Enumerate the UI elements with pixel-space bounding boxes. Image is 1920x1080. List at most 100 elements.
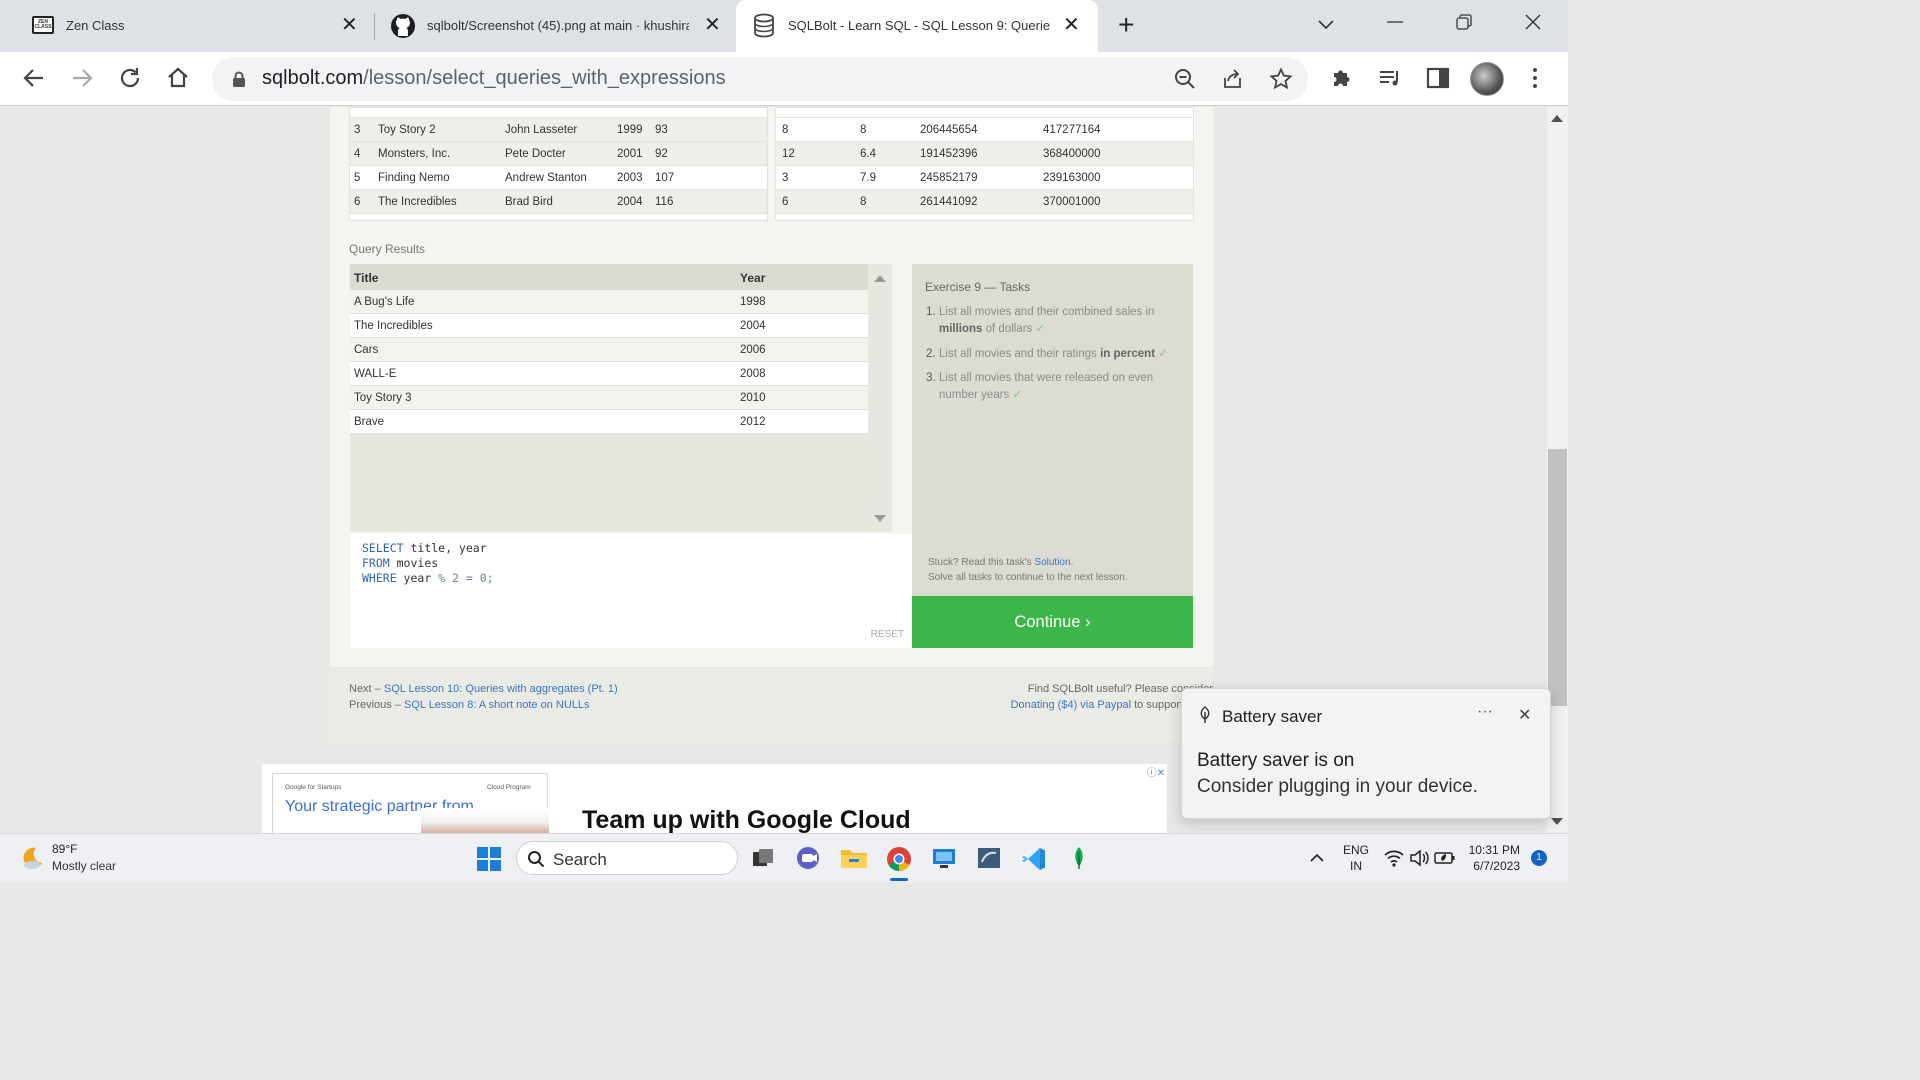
cell-director: Andrew Stanton [505, 172, 587, 184]
task-number: 2. [926, 348, 936, 360]
query-results-table[interactable]: Title Year A Bug's Life 1998 The Incredib… [350, 264, 886, 532]
table-row: 6 8 261441092 370001000 [776, 190, 1193, 214]
results-header: Title Year [350, 264, 886, 290]
reload-icon[interactable] [117, 65, 143, 91]
sql-number: 0; [472, 571, 494, 585]
tab-github[interactable]: sqlbolt/Screenshot (45).png at main · kh… [376, 0, 732, 52]
lock-icon[interactable] [232, 71, 246, 87]
more-menu-icon[interactable] [1522, 65, 1548, 91]
language-indicator[interactable]: ENG IN [1343, 842, 1369, 874]
bookmark-star-icon[interactable] [1269, 67, 1293, 91]
notification-title: Battery saver is on [1197, 750, 1355, 771]
vscode-icon[interactable] [1021, 846, 1047, 872]
url-text[interactable]: sqlbolt.com/lesson/select_queries_with_e… [262, 67, 726, 90]
home-icon[interactable] [165, 65, 191, 91]
chrome-icon[interactable] [886, 846, 912, 872]
close-tab-icon[interactable]: ✕ [1063, 15, 1080, 35]
cell-title: Toy Story 2 [378, 124, 436, 136]
scroll-up-arrow-icon[interactable] [1551, 115, 1563, 122]
weather-temperature[interactable]: 89°F [52, 842, 77, 856]
cell-domestic-sales: 245852179 [920, 172, 978, 184]
scroll-up-arrow-icon[interactable] [874, 274, 886, 282]
wifi-icon[interactable] [1384, 849, 1404, 867]
next-lesson-link[interactable]: SQL Lesson 10: Queries with aggregates (… [384, 683, 618, 695]
extensions-puzzle-icon[interactable] [1329, 65, 1355, 91]
cell-international-sales: 368400000 [1043, 148, 1101, 160]
close-window-icon[interactable] [1523, 12, 1543, 32]
table-row: 6 The Incredibles Brad Bird 2004 116 [350, 190, 767, 214]
taskbar-search-box[interactable]: Search [516, 841, 738, 875]
solution-link[interactable]: Solution [1034, 557, 1070, 568]
task-view-icon[interactable] [751, 846, 775, 870]
battery-saver-notification[interactable]: Battery saver ··· ✕ Battery saver is on … [1181, 688, 1551, 819]
cell-title: WALL-E [354, 368, 397, 380]
reset-button[interactable]: RESET [871, 627, 904, 642]
cell-title: Brave [354, 416, 385, 428]
forward-arrow-icon[interactable] [69, 65, 95, 91]
remote-desktop-icon[interactable] [931, 846, 957, 870]
file-explorer-icon[interactable] [840, 846, 868, 870]
task-item: 1. List all movies and their combined sa… [926, 304, 1179, 338]
scroll-down-arrow-icon[interactable] [1551, 818, 1563, 825]
new-tab-button[interactable]: + [1118, 10, 1134, 40]
task-text: List all movies and their combined sales… [929, 304, 1179, 338]
sql-text: year [396, 571, 439, 585]
ad-image-card[interactable]: Google for Startups Cloud Program Your s… [272, 773, 549, 833]
code-line: WHERE year % 2 = 0; [362, 571, 900, 586]
system-clock[interactable]: 10:31 PM 6/7/2023 [1466, 842, 1520, 874]
cell-title: Cars [354, 344, 379, 356]
scrollbar-thumb[interactable] [1548, 449, 1567, 706]
restore-icon[interactable] [1454, 12, 1474, 32]
leaf-icon [1200, 706, 1210, 723]
cell-id: 3 [354, 124, 361, 136]
volume-icon[interactable] [1409, 849, 1429, 867]
advertisement-banner[interactable]: Google for Startups Cloud Program Your s… [262, 764, 1167, 833]
profile-avatar[interactable] [1470, 62, 1504, 96]
sql-keyword: WHERE [362, 571, 397, 585]
teams-chat-icon[interactable] [796, 846, 822, 870]
more-options-icon[interactable]: ··· [1477, 703, 1493, 721]
results-scrollbar[interactable] [868, 264, 892, 532]
close-tab-icon[interactable]: ✕ [341, 15, 358, 35]
help-text: Stuck? Read this task's [928, 557, 1035, 568]
moon-weather-icon[interactable] [18, 844, 46, 872]
mysql-workbench-icon[interactable] [976, 846, 1002, 870]
lesson-footer: Next – SQL Lesson 10: Queries with aggre… [330, 667, 1213, 741]
sql-text: movies [389, 556, 439, 570]
exercise-title: Exercise 9 — Tasks [925, 280, 1031, 294]
notification-count-badge[interactable]: 1 [1531, 850, 1547, 866]
address-bar[interactable]: sqlbolt.com/lesson/select_queries_with_e… [212, 57, 1308, 101]
battery-saver-icon[interactable] [1434, 849, 1456, 867]
scroll-down-arrow-icon[interactable] [874, 515, 886, 523]
cell-title: The Incredibles [378, 196, 457, 208]
share-icon[interactable] [1221, 67, 1245, 91]
tab-sqlbolt-active[interactable]: SQLBolt - Learn SQL - SQL Lesson 9: Quer… [736, 0, 1098, 52]
close-icon[interactable]: ✕ [1518, 705, 1531, 725]
table-row: A Bug's Life 1998 [350, 290, 886, 314]
zoom-out-icon[interactable] [1173, 67, 1197, 91]
search-icon [528, 851, 545, 868]
table-row: 3 Toy Story 2 John Lasseter 1999 93 [350, 118, 767, 142]
tab-title: sqlbolt/Screenshot (45).png at main · kh… [427, 18, 689, 33]
chevron-down-icon[interactable] [1316, 14, 1336, 34]
ad-choices-icon[interactable]: ⓘ✕ [1147, 764, 1165, 779]
cell-year: 2004 [740, 320, 766, 332]
side-panel-icon[interactable] [1425, 65, 1451, 91]
minimize-icon[interactable] [1385, 12, 1405, 32]
tab-zen-class[interactable]: ZEN CLASS Zen Class ✕ [0, 0, 372, 52]
windows-taskbar: 89°F Mostly clear Search ENG IN 10:31 PM 6… [0, 833, 1568, 882]
donate-link[interactable]: Donating ($4) via Paypal [1011, 699, 1131, 711]
back-arrow-icon[interactable] [21, 65, 47, 91]
task-text-part: List all movies and their combined sales… [939, 306, 1155, 318]
continue-button[interactable]: Continue › [912, 596, 1193, 648]
windows-start-icon[interactable] [477, 847, 501, 871]
weather-condition[interactable]: Mostly clear [52, 859, 116, 873]
mongodb-compass-icon[interactable] [1068, 846, 1090, 870]
code-line: SELECT title, year [362, 541, 900, 556]
chevron-up-icon[interactable] [1310, 853, 1324, 863]
close-tab-icon[interactable]: ✕ [704, 15, 721, 35]
media-queue-icon[interactable] [1377, 65, 1403, 91]
previous-lesson-link[interactable]: SQL Lesson 8: A short note on NULLs [404, 699, 590, 711]
sql-editor[interactable]: SELECT title, year FROM movies WHERE yea… [350, 534, 912, 648]
ad-headline[interactable]: Team up with Google Cloud [582, 806, 911, 833]
